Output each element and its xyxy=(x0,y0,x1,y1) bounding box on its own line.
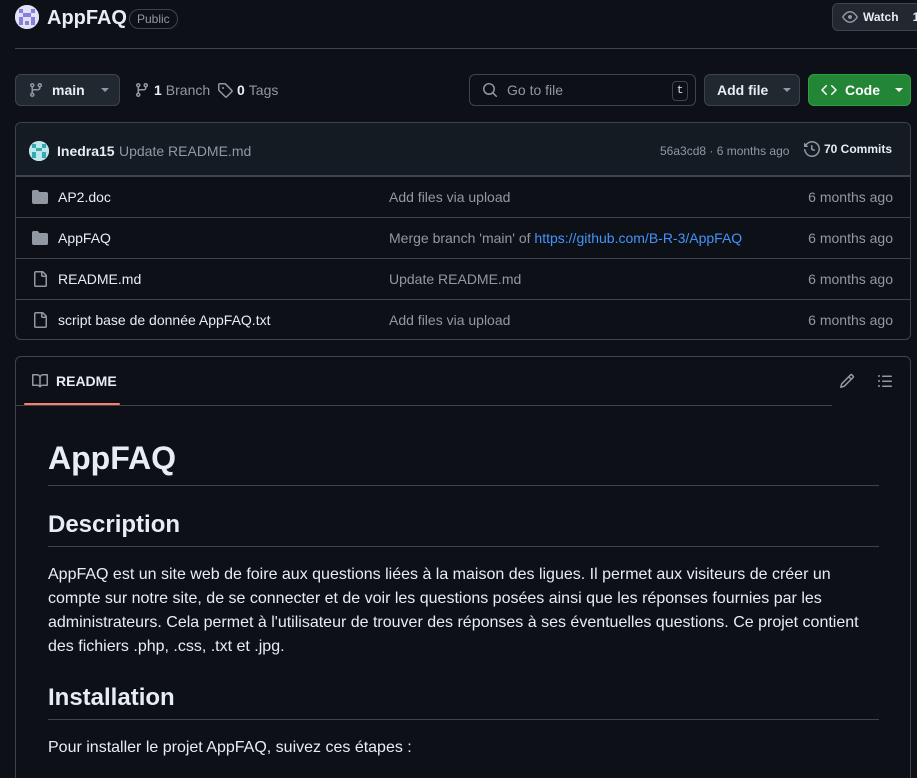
file-icon xyxy=(34,271,47,287)
file-commit-message[interactable]: Add files via upload xyxy=(389,189,510,205)
book-icon xyxy=(32,373,48,388)
file-row[interactable]: README.md Update README.md 6 months ago xyxy=(16,258,910,299)
commits-count-label: 70 Commits xyxy=(824,142,893,156)
commit-message[interactable]: Update README.md xyxy=(119,143,251,159)
file-row[interactable]: AppFAQ Merge branch 'main' of https://gi… xyxy=(16,217,910,258)
caret-down-icon xyxy=(100,88,109,92)
add-file-button[interactable]: Add file xyxy=(704,74,800,106)
file-commit-message[interactable]: Merge branch 'main' of https://github.co… xyxy=(389,230,742,246)
go-to-file-input[interactable] xyxy=(507,82,667,98)
visibility-badge: Public xyxy=(129,9,178,29)
readme-header-divider xyxy=(16,405,832,406)
readme-title: AppFAQ xyxy=(48,439,879,486)
repo-name-link[interactable]: AppFAQ xyxy=(47,7,127,30)
commit-message-link[interactable]: https://github.com/B-R-3/AppFAQ xyxy=(534,230,742,246)
file-commit-message[interactable]: Add files via upload xyxy=(389,312,510,328)
file-row[interactable]: AP2.doc Add files via upload 6 months ag… xyxy=(16,176,910,217)
folder-icon xyxy=(32,190,48,204)
caret-down-icon xyxy=(895,88,903,92)
branch-name: main xyxy=(52,82,85,98)
code-label: Code xyxy=(845,82,880,98)
file-name[interactable]: AppFAQ xyxy=(58,230,111,246)
search-icon xyxy=(483,83,498,98)
file-commit-date: 6 months ago xyxy=(808,312,893,328)
watch-count: 1 xyxy=(912,10,917,24)
watch-button[interactable]: Watch 1 xyxy=(832,3,917,31)
repo-owner-avatar[interactable] xyxy=(15,5,39,29)
tags-link[interactable]: 0 Tags xyxy=(217,82,278,98)
commit-author[interactable]: Inedra15 xyxy=(57,143,115,159)
branches-count: 1 xyxy=(154,82,162,98)
pencil-icon xyxy=(839,373,855,389)
add-file-label: Add file xyxy=(717,82,769,98)
file-name[interactable]: script base de donnée AppFAQ.txt xyxy=(58,312,270,328)
readme-content: AppFAQ Description AppFAQ est un site we… xyxy=(48,439,879,760)
outline-button[interactable] xyxy=(877,373,893,389)
shortcut-key-hint: t xyxy=(672,81,688,101)
branches-link[interactable]: 1 Branch xyxy=(134,82,210,98)
readme-description: AppFAQ est un site web de foire aux ques… xyxy=(48,566,859,655)
history-icon xyxy=(804,141,820,157)
branches-label: Branch xyxy=(165,82,211,98)
file-commit-date: 6 months ago xyxy=(808,230,893,246)
file-name[interactable]: README.md xyxy=(58,271,141,287)
readme-heading-installation: Installation xyxy=(48,683,879,720)
tags-label: Tags xyxy=(248,82,279,98)
watch-label: Watch xyxy=(863,10,899,24)
tags-count: 0 xyxy=(237,82,245,98)
commit-author-avatar[interactable] xyxy=(29,141,49,161)
file-name[interactable]: AP2.doc xyxy=(58,189,111,205)
folder-icon xyxy=(32,231,48,245)
file-list: Inedra15 Update README.md 56a3cd8 · 6 mo… xyxy=(15,122,911,340)
file-row[interactable]: script base de donnée AppFAQ.txt Add fil… xyxy=(16,299,910,339)
file-icon xyxy=(34,312,47,328)
file-commit-message[interactable]: Update README.md xyxy=(389,271,521,287)
git-branch-icon xyxy=(135,83,148,98)
code-button[interactable]: Code xyxy=(808,74,911,106)
commit-message-text[interactable]: Merge branch 'main' of xyxy=(389,230,534,246)
latest-commit-bar: Inedra15 Update README.md 56a3cd8 · 6 mo… xyxy=(16,123,910,176)
code-icon xyxy=(821,84,837,96)
edit-readme-button[interactable] xyxy=(839,373,855,389)
file-commit-date: 6 months ago xyxy=(808,189,893,205)
tag-icon xyxy=(218,83,233,98)
list-unordered-icon xyxy=(878,375,892,387)
file-commit-date: 6 months ago xyxy=(808,271,893,287)
commit-hash-and-time[interactable]: 56a3cd8 · 6 months ago xyxy=(660,144,789,158)
eye-icon xyxy=(842,11,858,23)
readme-install-intro: Pour installer le projet AppFAQ, suivez … xyxy=(48,739,412,756)
branch-selector[interactable]: main xyxy=(15,74,120,106)
go-to-file-search[interactable]: t xyxy=(469,74,696,106)
commits-history-link[interactable]: 70 Commits xyxy=(804,141,892,157)
git-branch-icon xyxy=(29,83,42,98)
header-divider xyxy=(15,48,917,49)
readme-panel: README AppFAQ Description AppFAQ est un … xyxy=(15,356,911,778)
caret-down-icon xyxy=(783,88,792,92)
readme-tab[interactable]: README xyxy=(32,373,117,389)
readme-tab-label: README xyxy=(56,373,117,389)
readme-heading-description: Description xyxy=(48,510,879,547)
